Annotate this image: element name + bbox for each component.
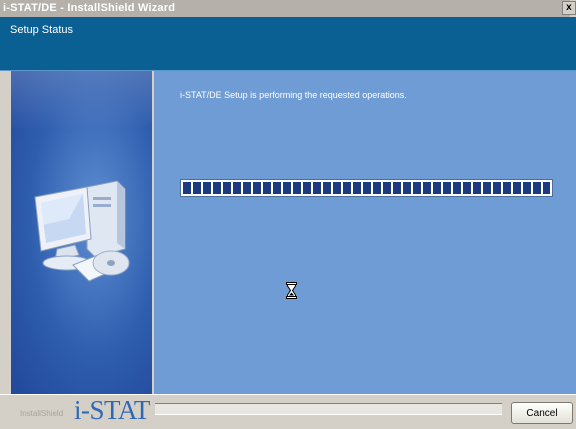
installshield-label: InstallShield bbox=[20, 409, 64, 418]
footer-bar: InstallShield i-STAT Cancel bbox=[0, 394, 576, 429]
panel-gloss bbox=[11, 71, 152, 131]
status-message: i-STAT/DE Setup is performing the reques… bbox=[180, 90, 407, 100]
cancel-button[interactable]: Cancel bbox=[511, 402, 573, 424]
close-icon: x bbox=[566, 2, 572, 13]
progress-bar bbox=[180, 179, 553, 197]
footer-divider bbox=[155, 403, 502, 415]
progress-fill bbox=[183, 182, 550, 194]
header-banner: Setup Status bbox=[0, 17, 576, 71]
main-content-panel: i-STAT/DE Setup is performing the reques… bbox=[154, 71, 576, 394]
window-title: i-STAT/DE - InstallShield Wizard bbox=[3, 2, 176, 14]
close-button[interactable]: x bbox=[562, 1, 576, 15]
side-illustration-panel bbox=[11, 71, 152, 394]
page-title: Setup Status bbox=[10, 24, 73, 36]
brand-logo: i-STAT bbox=[74, 395, 150, 425]
hourglass-icon bbox=[286, 282, 297, 299]
installer-window: i-STAT/DE - InstallShield Wizard x Setup… bbox=[0, 0, 576, 429]
title-bar[interactable]: i-STAT/DE - InstallShield Wizard x bbox=[0, 0, 576, 17]
computer-with-cd-icon bbox=[34, 180, 130, 282]
